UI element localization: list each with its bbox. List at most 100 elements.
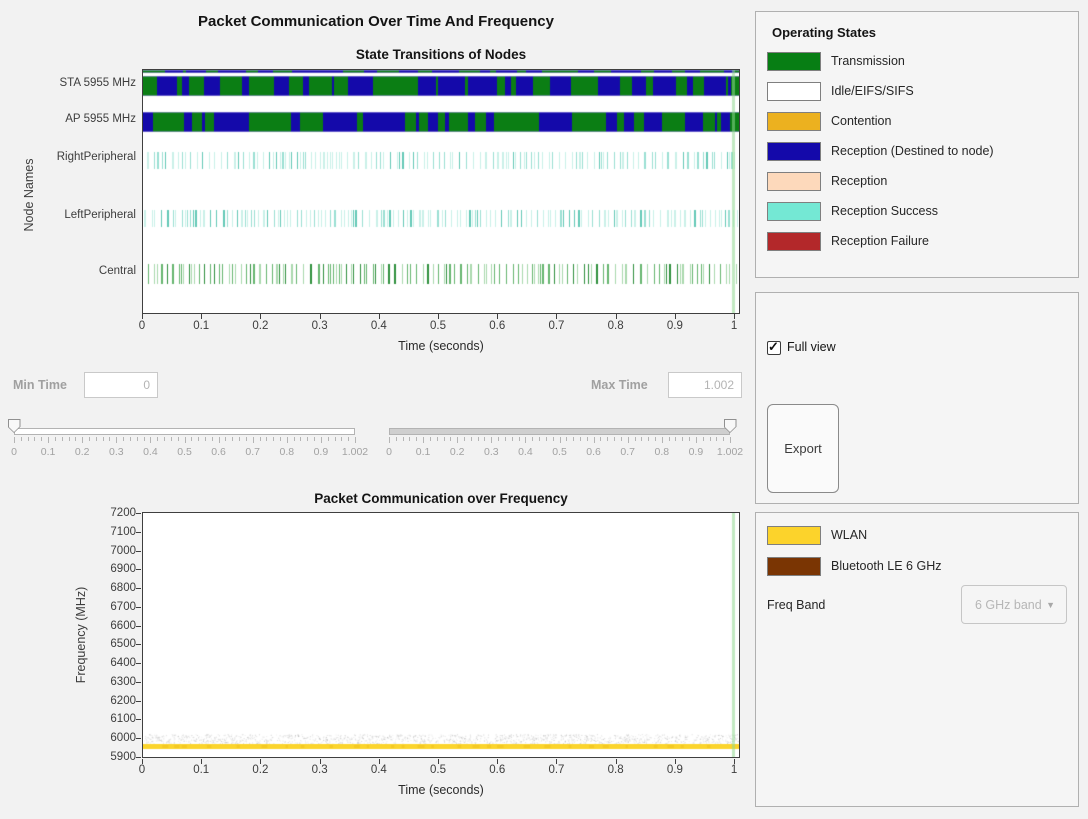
x-tick-label: 1 [731,764,737,776]
freq-communication-plot[interactable] [142,512,740,758]
y-tick-label: 6100 [60,713,136,725]
slider-track[interactable] [389,428,730,435]
slider-tick-label: 0.3 [484,446,499,458]
x-tick-mark [201,314,202,319]
legend-label: Reception Failure [831,234,929,248]
slider-tick-mark [478,437,479,441]
slider-tick-mark [396,437,397,441]
slider-tick-mark [512,437,513,441]
x-tick-label: 0.3 [312,320,328,332]
slider-tick-mark [539,437,540,441]
slider-tick-label: 0.8 [279,446,294,458]
slider-tick-mark [232,437,233,441]
legend-label: Idle/EIFS/SIFS [831,84,914,98]
full-view-checkbox[interactable]: ✓ [767,341,781,355]
x-tick-label: 0.5 [430,320,446,332]
node-name-tick-label: Central [0,265,136,277]
legend-label: Contention [831,114,891,128]
legend-swatch [767,172,821,191]
slider-tick-label: 0.7 [245,446,260,458]
slider-track[interactable] [14,428,355,435]
slider-tick-mark [710,437,711,441]
slider-tick-mark [464,437,465,441]
slider-tick-mark [573,437,574,441]
max-time-field[interactable]: 1.002 [668,372,742,398]
slider-tick-mark [280,437,281,441]
y-tick-label: 6800 [60,582,136,594]
x-tick-label: 0 [139,320,145,332]
y-tick-mark [136,551,141,552]
x-tick-mark [556,314,557,319]
slider-tick-mark [205,437,206,441]
slider-tick-mark [423,437,424,443]
y-tick-label: 6600 [60,620,136,632]
figure-title: Packet Communication Over Time And Frequ… [0,13,752,30]
legend-swatch [767,526,821,545]
y-tick-mark [136,588,141,589]
freq-chart-xlabel: Time (seconds) [142,783,740,797]
full-view-label: Full view [787,340,836,354]
slider-tick-mark [696,437,697,443]
x-tick-mark [675,314,676,319]
legend-label: Bluetooth LE 6 GHz [831,559,941,573]
x-tick-mark [379,314,380,319]
slider-tick-mark [484,437,485,441]
freq-band-dropdown[interactable]: 6 GHz band ▼ [961,585,1067,624]
slider-tick-mark [335,437,336,441]
slider-tick-mark [62,437,63,441]
slider-tick-mark [307,437,308,441]
x-tick-label: 0.8 [608,764,624,776]
slider-tick-mark [457,437,458,443]
slider-tick-mark [137,437,138,441]
slider-tick-label: 0.6 [586,446,601,458]
legend-swatch [767,142,821,161]
y-tick-mark [136,513,141,514]
state-chart-title: State Transitions of Nodes [142,47,740,62]
slider-tick-mark [628,437,629,443]
slider-tick-mark [41,437,42,441]
slider-tick-label: 0.1 [416,446,431,458]
min-time-field[interactable]: 0 [84,372,158,398]
node-name-tick-label: AP 5955 MHz [0,113,136,125]
export-button[interactable]: Export [767,404,839,493]
slider-tick-mark [178,437,179,441]
max-time-slider[interactable]: 00.10.20.30.40.50.60.70.80.91.002 [389,419,730,461]
slider-tick-mark [444,437,445,441]
y-tick-label: 6700 [60,601,136,613]
slider-tick-mark [321,437,322,443]
slider-tick-label: 0.2 [450,446,465,458]
slider-tick-mark [600,437,601,441]
slider-tick-mark [239,437,240,441]
slider-tick-mark [328,437,329,441]
slider-tick-mark [723,437,724,441]
min-time-slider[interactable]: 00.10.20.30.40.50.60.70.80.91.002 [14,419,355,461]
slider-tick-mark [703,437,704,441]
slider-tick-mark [294,437,295,441]
x-tick-label: 0.1 [193,764,209,776]
y-tick-mark [136,701,141,702]
slider-tick-mark [198,437,199,441]
slider-tick-mark [587,437,588,441]
legend-label: Reception Success [831,204,938,218]
slider-tick-mark [682,437,683,441]
slider-tick-mark [314,437,315,441]
view-controls-panel: ✓ Full view Export [755,292,1079,504]
x-tick-label: 0.9 [667,764,683,776]
slider-tick-mark [348,437,349,441]
slider-tick-mark [491,437,492,443]
slider-tick-mark [635,437,636,441]
y-tick-mark [136,644,141,645]
state-transitions-plot[interactable] [142,69,740,314]
slider-tick-mark [607,437,608,441]
slider-tick-mark [260,437,261,441]
slider-tick-label: 0.3 [109,446,124,458]
legend-label: Reception [831,174,887,188]
y-tick-label: 7000 [60,545,136,557]
min-time-label: Min Time [13,378,67,392]
x-tick-label: 0.3 [312,764,328,776]
slider-tick-label: 0.2 [75,446,90,458]
legend-label: WLAN [831,528,867,542]
y-tick-label: 5900 [60,751,136,763]
x-tick-label: 0 [139,764,145,776]
y-tick-mark [136,719,141,720]
